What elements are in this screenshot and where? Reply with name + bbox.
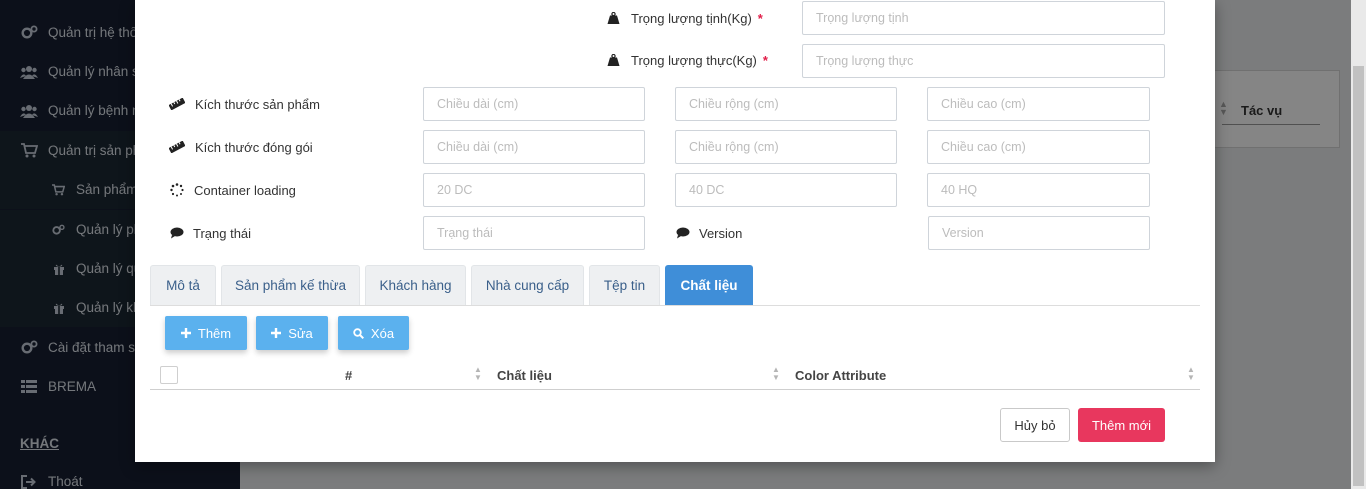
tab-customers[interactable]: Khách hàng — [365, 265, 466, 305]
plus-icon — [180, 328, 191, 338]
plus-icon — [271, 328, 282, 338]
package-height-input[interactable] — [927, 130, 1150, 164]
ruler-icon — [169, 97, 185, 111]
package-length-input[interactable] — [423, 130, 645, 164]
sort-icon[interactable]: ▲ ▼ — [1187, 366, 1195, 382]
actual-weight-input[interactable] — [802, 44, 1165, 78]
product-length-input[interactable] — [423, 87, 645, 121]
required-marker: * — [757, 10, 763, 26]
required-marker: * — [762, 52, 768, 68]
column-header-material[interactable]: Chất liệu — [497, 368, 552, 383]
product-height-input[interactable] — [927, 87, 1150, 121]
product-modal: Trọng lượng tịnh(Kg) * Trọng lượng thực(… — [135, 0, 1215, 462]
container-40dc-input[interactable] — [675, 173, 897, 207]
weight-icon — [605, 53, 621, 67]
tab-description[interactable]: Mô tả — [150, 265, 216, 305]
comment-icon — [169, 226, 185, 240]
add-button[interactable]: Thêm — [165, 316, 247, 350]
tab-inherited-products[interactable]: Sản phẩm kế thừa — [221, 265, 360, 305]
detail-tabs: Mô tả Sản phẩm kế thừa Khách hàng Nhà cu… — [150, 265, 1200, 306]
package-size-label: Kích thước đóng gói — [169, 138, 313, 156]
status-label: Trạng thái — [169, 224, 251, 242]
tab-files[interactable]: Tệp tin — [589, 265, 660, 305]
comment-icon — [675, 226, 691, 240]
sort-icon[interactable]: ▲ ▼ — [474, 366, 482, 382]
page-scrollbar[interactable] — [1351, 0, 1366, 489]
select-all-checkbox[interactable] — [160, 366, 178, 384]
search-icon — [353, 327, 364, 339]
container-40hq-input[interactable] — [927, 173, 1150, 207]
package-width-input[interactable] — [675, 130, 897, 164]
tab-materials[interactable]: Chất liệu — [665, 265, 753, 305]
version-label: Version — [675, 224, 742, 242]
container-loading-label: Container loading — [169, 181, 296, 199]
delete-button[interactable]: Xóa — [338, 316, 409, 350]
ruler-icon — [169, 140, 185, 154]
weight-icon — [605, 11, 621, 25]
actual-weight-label: Trọng lượng thực(Kg) * — [605, 51, 768, 69]
version-input[interactable] — [928, 216, 1150, 250]
cancel-button[interactable]: Hủy bỏ — [1000, 408, 1070, 442]
submit-button[interactable]: Thêm mới — [1078, 408, 1165, 442]
column-header-color-attribute[interactable]: Color Attribute — [795, 368, 886, 383]
container-20dc-input[interactable] — [423, 173, 645, 207]
column-header-index[interactable]: # — [345, 368, 352, 383]
product-width-input[interactable] — [675, 87, 897, 121]
product-size-label: Kích thước sản phẩm — [169, 95, 320, 113]
materials-table-header: # ▲ ▼ Chất liệu ▲ ▼ Color Attribute ▲ ▼ — [150, 362, 1200, 390]
scrollbar-thumb[interactable] — [1353, 66, 1364, 486]
net-weight-input[interactable] — [802, 1, 1165, 35]
tab-suppliers[interactable]: Nhà cung cấp — [471, 265, 584, 305]
spinner-icon — [169, 183, 185, 197]
sort-icon[interactable]: ▲ ▼ — [772, 366, 780, 382]
net-weight-label: Trọng lượng tịnh(Kg) * — [605, 9, 763, 27]
edit-button[interactable]: Sửa — [256, 316, 328, 350]
status-input[interactable] — [423, 216, 645, 250]
